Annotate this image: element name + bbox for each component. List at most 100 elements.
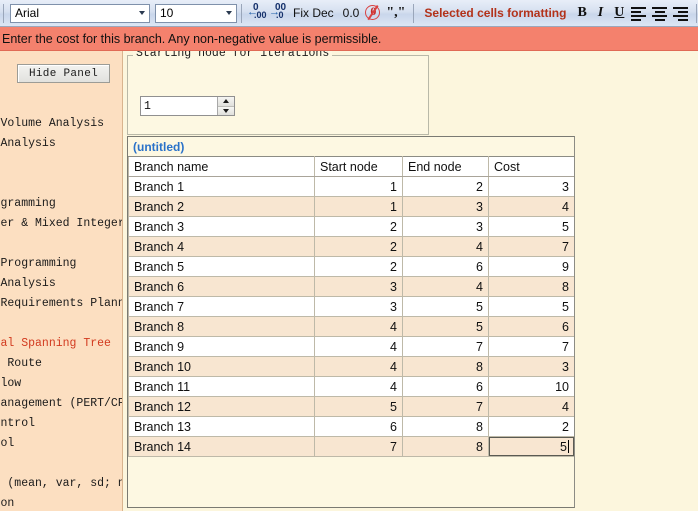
bold-button[interactable]: B xyxy=(572,5,591,21)
cell-start-node[interactable]: 4 xyxy=(314,336,403,357)
increase-decimal-icon[interactable]: ← 0.00 xyxy=(246,2,268,23)
cell-end-node[interactable]: 2 xyxy=(402,176,489,197)
cell-cost[interactable]: 7 xyxy=(488,336,574,357)
cell-end-node[interactable]: 4 xyxy=(402,236,489,257)
cell-branch-name[interactable]: Branch 14 xyxy=(128,436,315,457)
table-row[interactable]: Branch 4247 xyxy=(128,236,574,257)
cell-start-node[interactable]: 3 xyxy=(314,276,403,297)
sidebar-item[interactable]: Goal Programming xyxy=(0,254,122,274)
hide-zero-icon[interactable]: 0 xyxy=(363,3,383,23)
table-row[interactable]: Branch 13 6 8 2 xyxy=(128,416,574,437)
cell-end-node[interactable]: 4 xyxy=(402,276,489,297)
table-row[interactable]: Branch 12 5 7 4 xyxy=(128,396,574,417)
cell-end-node[interactable]: 3 xyxy=(402,216,489,237)
cell-start-node[interactable]: 6 xyxy=(314,416,403,437)
cell-start-node[interactable]: 7 xyxy=(314,436,403,457)
table-row[interactable]: Branch 9477 xyxy=(128,336,574,357)
cell-cost[interactable]: 2 xyxy=(488,416,574,437)
underline-button[interactable]: U xyxy=(609,5,629,21)
cell-end-node[interactable]: 7 xyxy=(402,396,489,417)
cell-branch-name[interactable]: Branch 4 xyxy=(128,236,315,257)
cell-end-node[interactable]: 8 xyxy=(402,416,489,437)
spinner-up-icon[interactable] xyxy=(218,97,234,107)
sidebar-item[interactable]: stics (mean, var, sd; normal) xyxy=(0,474,122,494)
fix-dec-label[interactable]: Fix Dec xyxy=(290,6,339,20)
sidebar-item[interactable]: tion Analysis xyxy=(0,274,122,294)
cell-branch-name[interactable]: Branch 3 xyxy=(128,216,315,237)
table-row[interactable]: Branch 1123 xyxy=(128,176,574,197)
thousand-separator-button[interactable]: "," xyxy=(383,5,409,21)
starting-node-stepper[interactable]: 1 xyxy=(140,96,235,116)
starting-node-input[interactable]: 1 xyxy=(141,97,217,115)
italic-button[interactable]: I xyxy=(592,5,609,21)
table-row[interactable]: Branch 2134 xyxy=(128,196,574,217)
sidebar-item[interactable]: ysis Analysis xyxy=(0,134,122,154)
cell-cost[interactable]: 3 xyxy=(488,176,574,197)
cell-branch-name[interactable]: Branch 11 xyxy=(128,376,315,397)
align-center-icon[interactable] xyxy=(650,4,671,22)
cell-branch-name[interactable]: Branch 13 xyxy=(128,416,315,437)
sidebar-item[interactable]: ty Control xyxy=(0,414,122,434)
font-size-select[interactable]: 10 xyxy=(155,3,237,23)
cell-cost[interactable]: 3 xyxy=(488,356,574,377)
cell-cost[interactable]: 5 xyxy=(488,216,574,237)
cell-cost[interactable]: 9 xyxy=(488,256,574,277)
sidebar-item[interactable]: Cost-Volume Analysis xyxy=(0,114,122,134)
table-row[interactable]: Branch 7355 xyxy=(128,296,574,317)
table-row[interactable]: Branch 5269 xyxy=(128,256,574,277)
cell-cost[interactable]: 8 xyxy=(488,276,574,297)
cell-cost[interactable]: 5 xyxy=(488,296,574,317)
cell-cost[interactable]: 4 xyxy=(488,196,574,217)
sidebar-item[interactable]: mal Flow xyxy=(0,374,122,394)
column-header-end-node[interactable]: End node xyxy=(402,156,489,177)
cell-cost[interactable]: 7 xyxy=(488,236,574,257)
cell-start-node[interactable]: 1 xyxy=(314,196,403,217)
cell-end-node[interactable]: 5 xyxy=(402,296,489,317)
sidebar-item[interactable]: Minimal Spanning Tree xyxy=(0,334,122,354)
sidebar-item[interactable]: ression xyxy=(0,494,122,511)
sidebar-item[interactable]: rial Requirements Planning xyxy=(0,294,122,314)
table-row[interactable]: Branch 6348 xyxy=(128,276,574,297)
sidebar-item[interactable]: Integer & Mixed Integer Programming xyxy=(0,214,122,234)
sidebar-item[interactable]: r Programming xyxy=(0,194,122,214)
cell-start-node[interactable]: 4 xyxy=(314,356,403,377)
chevron-down-icon[interactable] xyxy=(135,5,149,22)
cell-end-node[interactable]: 8 xyxy=(402,356,489,377)
cell-end-node[interactable]: 6 xyxy=(402,256,489,277)
cell-start-node[interactable]: 5 xyxy=(314,396,403,417)
cell-cost[interactable]: 5 xyxy=(488,436,574,457)
cell-branch-name[interactable]: Branch 12 xyxy=(128,396,315,417)
chevron-down-icon[interactable] xyxy=(222,5,236,22)
cell-branch-name[interactable]: Branch 7 xyxy=(128,296,315,317)
cell-start-node[interactable]: 2 xyxy=(314,236,403,257)
cell-branch-name[interactable]: Branch 9 xyxy=(128,336,315,357)
fixed-decimals-value[interactable]: 0.0 xyxy=(339,6,364,20)
cell-cost[interactable]: 4 xyxy=(488,396,574,417)
cell-end-node[interactable]: 3 xyxy=(402,196,489,217)
column-header-start-node[interactable]: Start node xyxy=(314,156,403,177)
align-right-icon[interactable] xyxy=(671,4,692,22)
table-row[interactable]: Branch 8456 xyxy=(128,316,574,337)
cell-cost[interactable]: 6 xyxy=(488,316,574,337)
table-row[interactable]: Branch 14 7 8 5 xyxy=(128,436,574,457)
spinner-down-icon[interactable] xyxy=(218,106,234,115)
cell-end-node[interactable]: 8 xyxy=(402,436,489,457)
table-row[interactable]: Branch 11 4 6 10 xyxy=(128,376,574,397)
cell-end-node[interactable]: 6 xyxy=(402,376,489,397)
cell-start-node[interactable]: 4 xyxy=(314,316,403,337)
table-row[interactable]: Branch 3235 xyxy=(128,216,574,237)
decrease-decimal-icon[interactable]: → 00.0 xyxy=(268,2,290,23)
cell-branch-name[interactable]: Branch 1 xyxy=(128,176,315,197)
cell-cost[interactable]: 10 xyxy=(488,376,574,397)
column-header-cost[interactable]: Cost xyxy=(488,156,574,177)
sidebar-item[interactable]: rtest Route xyxy=(0,354,122,374)
cell-end-node[interactable]: 5 xyxy=(402,316,489,337)
cell-start-node[interactable]: 4 xyxy=(314,376,403,397)
cell-branch-name[interactable]: Branch 5 xyxy=(128,256,315,277)
cell-start-node[interactable]: 2 xyxy=(314,256,403,277)
font-family-select[interactable]: Arial xyxy=(10,3,150,23)
sidebar-item[interactable]: ect Management (PERT/CPM) xyxy=(0,394,122,414)
cell-start-node[interactable]: 3 xyxy=(314,296,403,317)
cell-branch-name[interactable]: Branch 10 xyxy=(128,356,315,377)
align-left-icon[interactable] xyxy=(629,4,650,22)
